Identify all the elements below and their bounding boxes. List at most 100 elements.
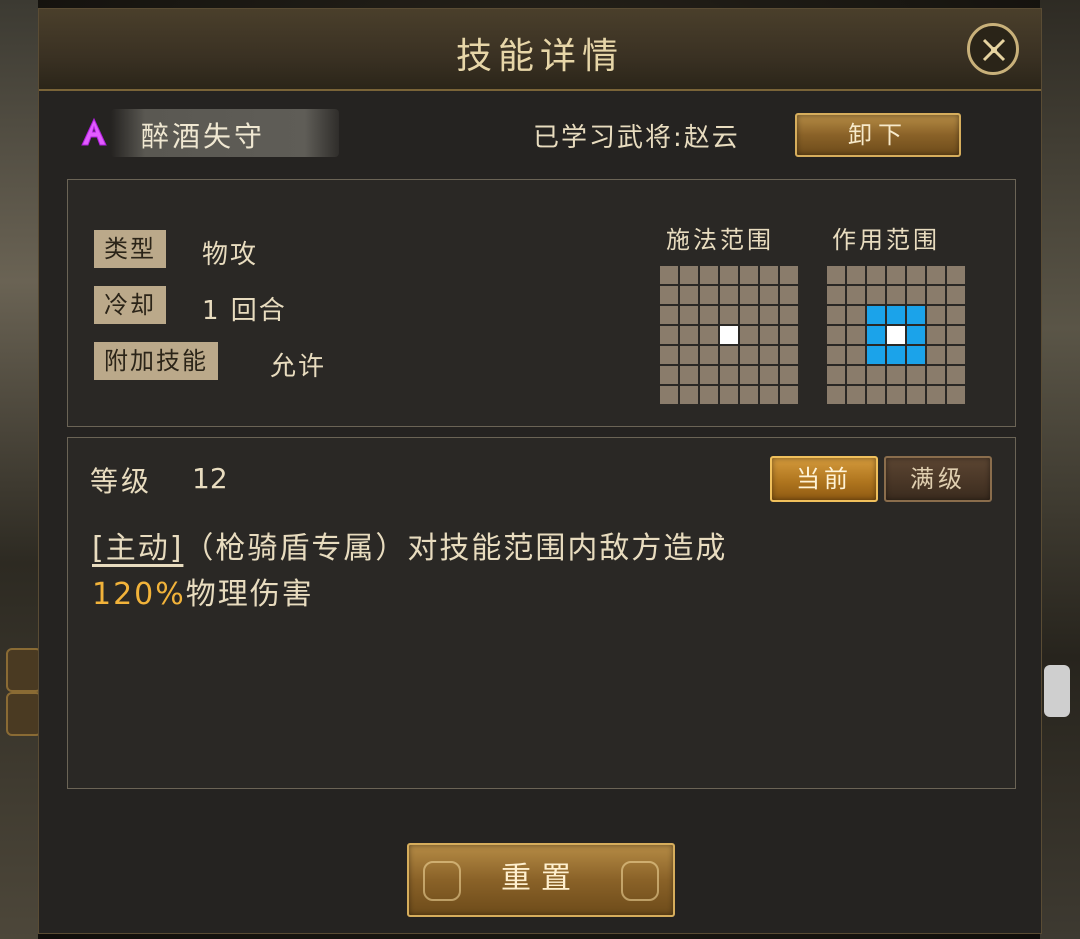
range-cell — [847, 366, 865, 384]
reset-label: 重置 — [501, 861, 581, 896]
range-cell — [927, 346, 945, 364]
background-left — [0, 0, 38, 939]
range-cell — [660, 286, 678, 304]
side-tool-button[interactable] — [6, 648, 42, 692]
range-cell — [887, 306, 905, 324]
range-cell — [927, 306, 945, 324]
side-refresh-button[interactable] — [6, 692, 42, 736]
button-ornament-left — [423, 861, 461, 901]
skill-description: [主动]（枪骑盾专属）对技能范围内敌方造成 120%物理伤害 — [92, 526, 992, 618]
range-cell — [867, 286, 885, 304]
range-cell — [907, 386, 925, 404]
range-cell — [680, 286, 698, 304]
damage-percent: 120% — [92, 577, 186, 612]
range-cell — [760, 366, 778, 384]
tab-max-level[interactable]: 满级 — [884, 456, 992, 502]
range-cell — [660, 346, 678, 364]
range-cell — [760, 286, 778, 304]
range-cell — [740, 346, 758, 364]
description-text-2: 物理伤害 — [185, 577, 314, 612]
close-button[interactable] — [967, 23, 1019, 75]
range-cell — [740, 266, 758, 284]
range-cell — [907, 326, 925, 344]
range-cell — [867, 326, 885, 344]
range-cell — [827, 366, 845, 384]
range-cell — [760, 346, 778, 364]
reset-button[interactable]: 重置 — [407, 843, 675, 917]
range-cell — [947, 326, 965, 344]
tab-current-level[interactable]: 当前 — [770, 456, 878, 502]
range-cell — [780, 286, 798, 304]
cooldown-value: 1 回合 — [202, 296, 287, 326]
range-cell — [680, 326, 698, 344]
range-cell — [947, 266, 965, 284]
learned-by-text: 已学习武将:赵云 — [533, 123, 740, 153]
extra-skill-value: 允许 — [270, 352, 327, 382]
extra-skill-tag: 附加技能 — [94, 342, 218, 380]
dialog-title-bar: 技能详情 — [39, 9, 1041, 91]
range-cell — [720, 286, 738, 304]
range-cell — [740, 306, 758, 324]
range-cell — [827, 346, 845, 364]
range-cell — [740, 386, 758, 404]
range-cell — [887, 366, 905, 384]
range-cell — [867, 266, 885, 284]
range-cell — [827, 306, 845, 324]
range-cell — [680, 366, 698, 384]
range-cell — [700, 346, 718, 364]
side-scroll-handle[interactable] — [1044, 665, 1070, 717]
range-cell — [740, 366, 758, 384]
range-cell — [700, 386, 718, 404]
range-cell — [760, 386, 778, 404]
button-ornament-right — [621, 861, 659, 901]
range-cell — [927, 326, 945, 344]
range-cell — [780, 326, 798, 344]
type-value: 物攻 — [202, 240, 259, 270]
cast-range-grid — [660, 266, 798, 404]
range-cell — [867, 306, 885, 324]
range-cell — [700, 266, 718, 284]
range-cell — [927, 366, 945, 384]
range-cell — [720, 366, 738, 384]
range-cell — [847, 326, 865, 344]
range-cell — [720, 386, 738, 404]
range-cell — [780, 266, 798, 284]
range-cell — [700, 306, 718, 324]
cooldown-tag: 冷却 — [94, 286, 166, 324]
range-cell — [720, 346, 738, 364]
range-cell — [680, 266, 698, 284]
skill-rank-icon — [81, 117, 107, 146]
range-cell — [947, 286, 965, 304]
range-cell — [700, 286, 718, 304]
range-cell — [780, 386, 798, 404]
range-cell — [847, 306, 865, 324]
range-cell — [827, 266, 845, 284]
range-cell — [680, 306, 698, 324]
skill-name: 醉酒失守 — [141, 120, 266, 153]
range-cell — [680, 386, 698, 404]
range-cell — [680, 346, 698, 364]
range-cell — [947, 306, 965, 324]
active-tag: [主动] — [92, 531, 184, 566]
range-cell — [847, 346, 865, 364]
range-cell — [660, 366, 678, 384]
range-cell — [760, 306, 778, 324]
range-cell — [927, 286, 945, 304]
range-cell — [927, 266, 945, 284]
range-cell — [887, 346, 905, 364]
range-cell — [700, 326, 718, 344]
range-cell — [927, 386, 945, 404]
range-cell — [660, 386, 678, 404]
range-cell — [720, 266, 738, 284]
background-right — [1040, 0, 1080, 939]
range-cell — [780, 306, 798, 324]
range-cell — [907, 346, 925, 364]
skill-attributes-panel: 类型 物攻 冷却 1 回合 附加技能 允许 施法范围 作用范围 — [67, 179, 1016, 427]
range-cell — [780, 366, 798, 384]
effect-range-label: 作用范围 — [832, 226, 940, 254]
level-value: 12 — [192, 462, 228, 495]
description-text-1: （枪骑盾专属）对技能范围内敌方造成 — [183, 531, 728, 566]
unload-button[interactable]: 卸下 — [795, 113, 961, 157]
range-cell — [700, 366, 718, 384]
range-cell — [867, 366, 885, 384]
